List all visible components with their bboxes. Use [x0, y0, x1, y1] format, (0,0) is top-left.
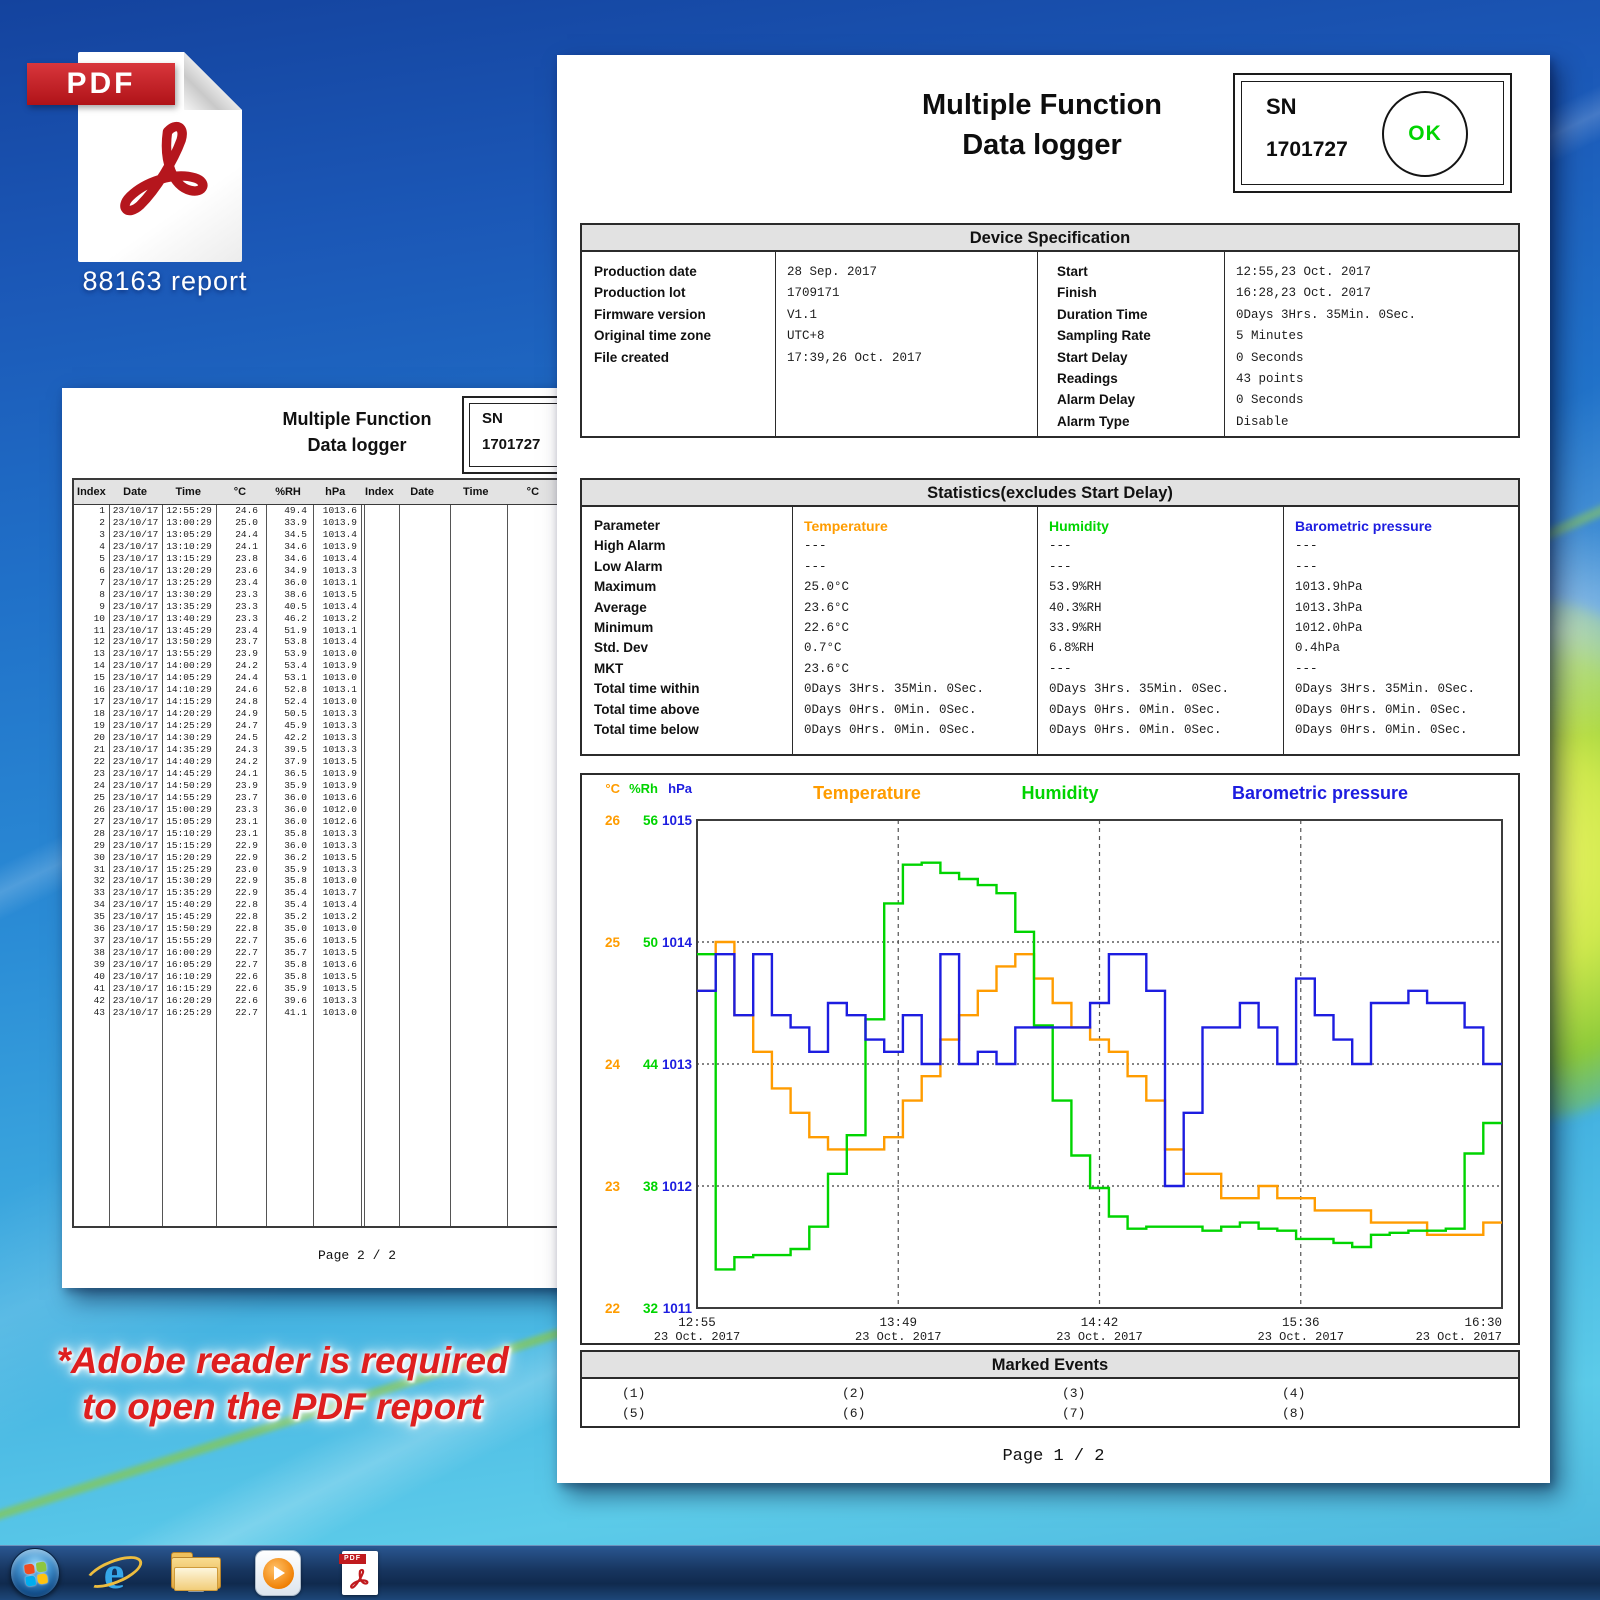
- report-title-page2: Multiple Function Data logger: [212, 406, 502, 458]
- statistics-body: ParameterTemperatureHumidityBarometric p…: [580, 507, 1520, 756]
- report-page-1: Multiple Function Data logger SN 1701727…: [557, 55, 1550, 1483]
- svg-text:1015: 1015: [662, 813, 693, 828]
- pdf-banner: PDF: [27, 63, 175, 105]
- sn-value: 1701727: [1266, 138, 1348, 162]
- spec-row: Alarm Delay0 Seconds: [1057, 392, 1304, 413]
- start-button[interactable]: [10, 1548, 60, 1598]
- stat-row: Average23.6°C40.3%RH1013.3hPa: [594, 600, 1525, 620]
- svg-text:1013: 1013: [662, 1057, 693, 1072]
- media-player-icon[interactable]: [252, 1547, 304, 1599]
- svg-text:50: 50: [643, 935, 658, 950]
- internet-explorer-icon[interactable]: e: [88, 1547, 140, 1599]
- stat-row: High Alarm---------: [594, 538, 1525, 558]
- stat-row: MKT23.6°C------: [594, 661, 1525, 681]
- svg-text:23 Oct. 2017: 23 Oct. 2017: [1416, 1330, 1502, 1343]
- svg-text:1011: 1011: [663, 1301, 693, 1316]
- marked-event-slot: (8): [1282, 1406, 1305, 1421]
- page2-footer: Page 2 / 2: [212, 1248, 502, 1263]
- svg-text:32: 32: [643, 1301, 658, 1316]
- windows-explorer-icon[interactable]: [170, 1547, 222, 1599]
- statistics-header: Statistics(excludes Start Delay): [580, 478, 1520, 507]
- svg-text:°C: °C: [605, 781, 620, 796]
- svg-text:13:49: 13:49: [879, 1316, 917, 1330]
- marked-event-slot: (5): [622, 1406, 645, 1421]
- device-specification-header: Device Specification: [580, 223, 1520, 252]
- sn-label: SN: [1266, 94, 1297, 120]
- marked-events-body: (1) (2) (3) (4) (5) (6) (7) (8): [580, 1379, 1520, 1428]
- svg-text:Barometric pressure: Barometric pressure: [1232, 783, 1408, 803]
- marked-event-slot: (6): [842, 1406, 865, 1421]
- ok-stamp: OK: [1382, 91, 1468, 177]
- chart-panel: °C %Rh hPa 26 25 24 23 22 56 50 44 38 32 1015 1014 1013…: [580, 773, 1520, 1345]
- windows-flag-icon: [24, 1561, 48, 1587]
- marked-event-slot: (3): [1062, 1386, 1085, 1401]
- marked-event-slot: (2): [842, 1386, 865, 1401]
- marked-event-slot: (4): [1282, 1386, 1305, 1401]
- stat-row: Minimum22.6°C33.9%RH1012.0hPa: [594, 620, 1525, 640]
- statistics-section: Statistics(excludes Start Delay) Paramet…: [580, 478, 1520, 756]
- svg-text:24: 24: [605, 1057, 621, 1072]
- stat-row: Total time above0Days 0Hrs. 0Min. 0Sec.0…: [594, 702, 1525, 722]
- device-specification-body: Production date28 Sep. 2017Production lo…: [580, 252, 1520, 438]
- marked-events-section: Marked Events (1) (2) (3) (4) (5) (6) (7) (8): [580, 1350, 1520, 1428]
- page1-footer: Page 1 / 2: [557, 1447, 1550, 1466]
- svg-text:23: 23: [605, 1179, 621, 1194]
- stat-row: Total time within0Days 3Hrs. 35Min. 0Sec…: [594, 681, 1525, 701]
- spec-row: Sampling Rate5 Minutes: [1057, 328, 1304, 349]
- marked-event-slot: (7): [1062, 1406, 1085, 1421]
- svg-text:15:36: 15:36: [1282, 1316, 1320, 1330]
- svg-text:23 Oct. 2017: 23 Oct. 2017: [855, 1330, 941, 1343]
- marked-events-header: Marked Events: [580, 1350, 1520, 1379]
- svg-text:12:55: 12:55: [678, 1316, 716, 1330]
- pdf-file-icon[interactable]: PDF 88163 report: [35, 48, 295, 298]
- spec-row: Production lot1709171: [594, 285, 840, 306]
- svg-text:Temperature: Temperature: [813, 783, 921, 803]
- stat-row: Total time below0Days 0Hrs. 0Min. 0Sec.0…: [594, 722, 1525, 742]
- device-specification-section: Device Specification Production date28 S…: [580, 223, 1520, 438]
- stat-row: ParameterTemperatureHumidityBarometric p…: [594, 518, 1525, 538]
- pdf-page-fold: [184, 52, 242, 110]
- pdf-taskbar-icon[interactable]: PDF: [334, 1547, 386, 1599]
- logger-chart: °C %Rh hPa 26 25 24 23 22 56 50 44 38 32 1015 1014 1013…: [582, 775, 1518, 1343]
- svg-text:Humidity: Humidity: [1021, 783, 1098, 803]
- spec-row: Alarm TypeDisable: [1057, 414, 1289, 435]
- svg-text:1014: 1014: [662, 935, 693, 950]
- pdf-file-name[interactable]: 88163 report: [35, 266, 295, 297]
- svg-text:hPa: hPa: [668, 781, 693, 796]
- spec-row: Readings43 points: [1057, 371, 1304, 392]
- spec-row: File created17:39,26 Oct. 2017: [594, 350, 922, 371]
- svg-text:23 Oct. 2017: 23 Oct. 2017: [1056, 1330, 1142, 1343]
- svg-text:23 Oct. 2017: 23 Oct. 2017: [1258, 1330, 1344, 1343]
- adobe-reader-caption: *Adobe reader is required to open the PD…: [10, 1338, 555, 1430]
- spec-row: Start Delay0 Seconds: [1057, 350, 1304, 371]
- svg-text:26: 26: [605, 813, 621, 828]
- sn-box: SN 1701727 OK: [1233, 73, 1512, 193]
- spec-row: Duration Time0Days 3Hrs. 35Min. 0Sec.: [1057, 307, 1416, 328]
- spec-row: Original time zoneUTC+8: [594, 328, 825, 349]
- spec-row: Firmware versionV1.1: [594, 307, 817, 328]
- acrobat-logo-icon: [115, 112, 220, 227]
- stat-row: Maximum25.0°C53.9%RH1013.9hPa: [594, 579, 1525, 599]
- svg-text:25: 25: [605, 935, 621, 950]
- spec-row: Start12:55,23 Oct. 2017: [1057, 264, 1371, 285]
- report-title: Multiple Function Data logger: [812, 85, 1272, 165]
- svg-text:14:42: 14:42: [1081, 1316, 1119, 1330]
- svg-text:1012: 1012: [662, 1179, 692, 1194]
- marked-event-slot: (1): [622, 1386, 645, 1401]
- svg-text:56: 56: [643, 813, 659, 828]
- svg-text:%Rh: %Rh: [629, 781, 658, 796]
- svg-text:44: 44: [643, 1057, 659, 1072]
- desktop: PDF 88163 report Multiple Function Data …: [0, 0, 1600, 1600]
- svg-text:16:30: 16:30: [1464, 1316, 1502, 1330]
- stat-row: Std. Dev0.7°C6.8%RH0.4hPa: [594, 640, 1525, 660]
- taskbar: e PDF: [0, 1545, 1600, 1600]
- spec-row: Production date28 Sep. 2017: [594, 264, 877, 285]
- svg-text:23 Oct. 2017: 23 Oct. 2017: [654, 1330, 740, 1343]
- svg-text:38: 38: [643, 1179, 659, 1194]
- stat-row: Low Alarm---------: [594, 559, 1525, 579]
- spec-row: Finish16:28,23 Oct. 2017: [1057, 285, 1371, 306]
- svg-text:22: 22: [605, 1301, 620, 1316]
